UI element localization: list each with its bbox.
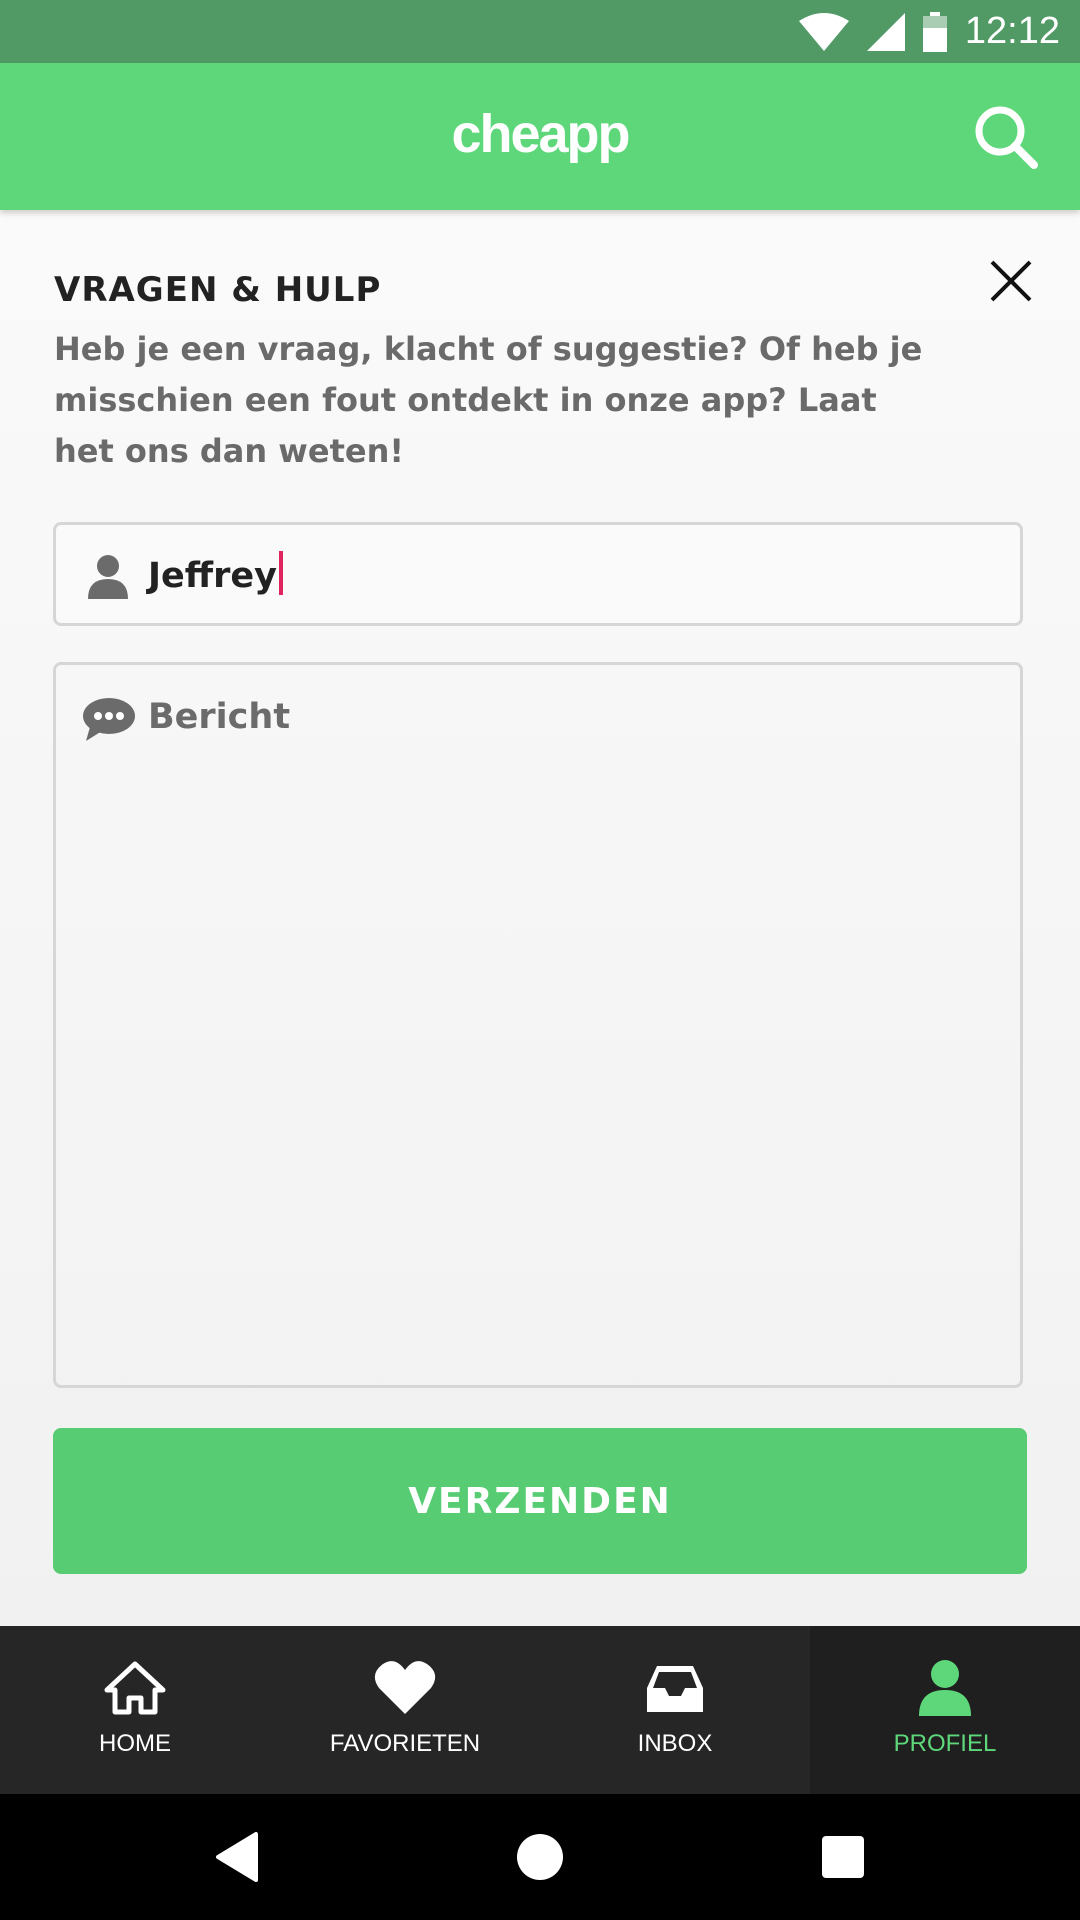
name-value: Jeffrey (148, 556, 277, 596)
status-icons: 12:12 (798, 0, 1060, 63)
profile-icon (919, 1660, 971, 1716)
recents-button[interactable] (818, 1832, 868, 1882)
battery-icon (922, 11, 947, 52)
nav-item-inbox[interactable]: INBOX (540, 1626, 810, 1794)
home-circle-icon (517, 1834, 563, 1880)
wifi-icon (798, 12, 849, 51)
name-input[interactable]: Jeffrey (148, 551, 283, 599)
page-title: VRAGEN & HULP (54, 270, 382, 310)
nav-item-home[interactable]: HOME (0, 1626, 270, 1794)
name-field[interactable]: Jeffrey (53, 522, 1023, 626)
home-icon (104, 1661, 166, 1715)
search-icon (975, 106, 1038, 169)
recents-square-icon (822, 1836, 864, 1878)
nav-label-favorieten: FAVORIETEN (329, 1730, 481, 1757)
nav-item-profiel[interactable]: PROFIEL (810, 1626, 1080, 1794)
send-button[interactable]: VERZENDEN (53, 1428, 1027, 1574)
app-bar: cheapp (0, 63, 1080, 210)
inbox-icon (647, 1666, 703, 1712)
message-placeholder: Bericht (148, 697, 291, 737)
chat-bubble-icon (83, 698, 135, 741)
help-form-screen: VRAGEN & HULP Heb je een vraag, klacht o… (0, 210, 1080, 1626)
nav-label-inbox: INBOX (637, 1730, 713, 1757)
system-navigation-bar (0, 1794, 1080, 1920)
user-icon (88, 555, 128, 599)
send-button-label: VERZENDEN (408, 1480, 672, 1522)
text-caret (278, 551, 283, 595)
back-button[interactable] (212, 1832, 262, 1882)
bottom-navigation: HOME FAVORIETEN INBOX PROFIEL (0, 1626, 1080, 1794)
cell-signal-icon (866, 12, 905, 51)
status-bar: 12:12 (0, 0, 1080, 63)
status-time: 12:12 (964, 10, 1060, 52)
search-button[interactable] (972, 103, 1042, 173)
heart-icon (374, 1661, 436, 1714)
help-description: Heb je een vraag, klacht of suggestie? O… (54, 330, 923, 470)
back-triangle-icon (216, 1832, 258, 1882)
home-system-button[interactable] (515, 1832, 565, 1882)
message-field[interactable]: Bericht (53, 662, 1023, 1388)
nav-item-favorieten[interactable]: FAVORIETEN (270, 1626, 540, 1794)
close-icon (990, 260, 1032, 302)
nav-label-home: HOME (99, 1730, 171, 1757)
nav-label-profiel: PROFIEL (893, 1730, 997, 1757)
app-logo: cheapp (451, 104, 630, 164)
close-button[interactable] (988, 258, 1034, 304)
